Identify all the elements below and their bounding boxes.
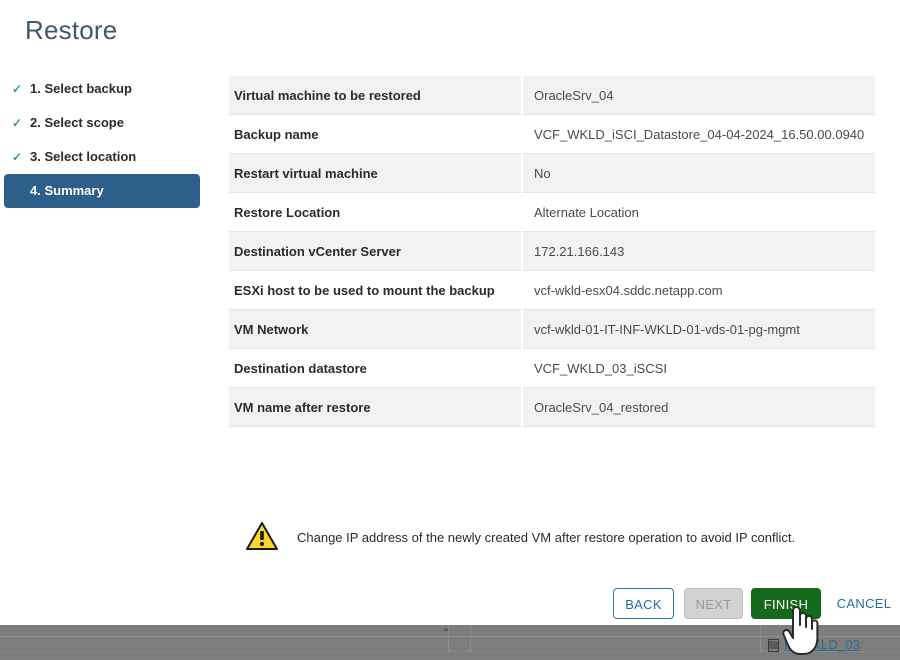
row-label: VM name after restore [229, 387, 523, 427]
table-row: Restart virtual machine No [229, 153, 875, 193]
row-value: VCF_WKLD_iSCI_Datastore_04-04-2024_16.50… [522, 114, 875, 154]
row-label: Virtual machine to be restored [229, 76, 523, 115]
sidebar-item-select-location[interactable]: ✓ 3. Select location [4, 140, 204, 174]
wizard-step-list: ✓ 1. Select backup ✓ 2. Select scope ✓ 3… [4, 72, 204, 208]
caret-up-icon [443, 627, 449, 631]
table-row: Backup name VCF_WKLD_iSCI_Datastore_04-0… [229, 114, 875, 154]
row-value: OracleSrv_04_restored [522, 387, 875, 427]
table-row: Destination datastore VCF_WKLD_03_iSCSI [229, 348, 875, 388]
page-title: Restore [25, 15, 118, 45]
table-row: VM name after restore OracleSrv_04_resto… [229, 387, 875, 427]
cancel-button[interactable]: CANCEL [833, 588, 895, 619]
row-value: vcf-wkld-esx04.sddc.netapp.com [522, 270, 875, 310]
row-value: VCF_WKLD_03_iSCSI [522, 348, 875, 388]
background-datastore-link[interactable]: F_WKLD_03 [784, 637, 860, 652]
finish-button[interactable]: FINISH [751, 588, 821, 619]
sidebar-item-summary[interactable]: 4. Summary [4, 174, 200, 208]
step-label: 2. Select scope [30, 115, 124, 130]
step-label: 3. Select location [30, 149, 137, 164]
background-table-column-line [470, 625, 471, 651]
row-label: ESXi host to be used to mount the backup [229, 270, 523, 310]
row-value: No [522, 153, 875, 193]
check-icon: ✓ [12, 116, 23, 130]
background-table-row-line [0, 651, 900, 652]
warning-triangle-icon [245, 521, 279, 554]
step-label: 1. Select backup [30, 81, 132, 96]
row-value: OracleSrv_04 [522, 76, 875, 115]
next-button: NEXT [684, 588, 743, 619]
row-label: Destination datastore [229, 348, 523, 388]
sidebar-item-select-backup[interactable]: ✓ 1. Select backup [4, 72, 204, 106]
table-row: Restore Location Alternate Location [229, 192, 875, 232]
table-row: Virtual machine to be restored OracleSrv… [229, 76, 875, 115]
row-value: Alternate Location [522, 192, 875, 232]
dimmed-background-page: F_WKLD_03 [0, 625, 900, 660]
row-label: VM Network [229, 309, 523, 349]
row-label: Restore Location [229, 192, 523, 232]
table-row: Destination vCenter Server 172.21.166.14… [229, 231, 875, 271]
table-row: ESXi host to be used to mount the backup… [229, 270, 875, 310]
row-label: Backup name [229, 114, 523, 154]
restore-summary-table: Virtual machine to be restored OracleSrv… [229, 76, 875, 427]
background-table-column-line [760, 625, 761, 651]
background-table-row-line [0, 636, 900, 637]
check-icon: ✓ [12, 150, 23, 164]
sidebar-item-select-scope[interactable]: ✓ 2. Select scope [4, 106, 204, 140]
row-value: 172.21.166.143 [522, 231, 875, 271]
datastore-icon [768, 639, 779, 652]
warning-message: Change IP address of the newly created V… [297, 530, 796, 545]
table-row: VM Network vcf-wkld-01-IT-INF-WKLD-01-vd… [229, 309, 875, 349]
warning-note: Change IP address of the newly created V… [245, 521, 795, 554]
wizard-footer: BACK NEXT FINISH CANCEL [0, 588, 900, 622]
step-label: 4. Summary [30, 183, 104, 198]
row-label: Destination vCenter Server [229, 231, 523, 271]
check-icon: ✓ [12, 82, 23, 96]
back-button[interactable]: BACK [613, 588, 674, 619]
row-label: Restart virtual machine [229, 153, 523, 193]
restore-wizard-dialog: Restore ✓ 1. Select backup ✓ 2. Select s… [0, 0, 900, 625]
row-value: vcf-wkld-01-IT-INF-WKLD-01-vds-01-pg-mgm… [522, 309, 875, 349]
